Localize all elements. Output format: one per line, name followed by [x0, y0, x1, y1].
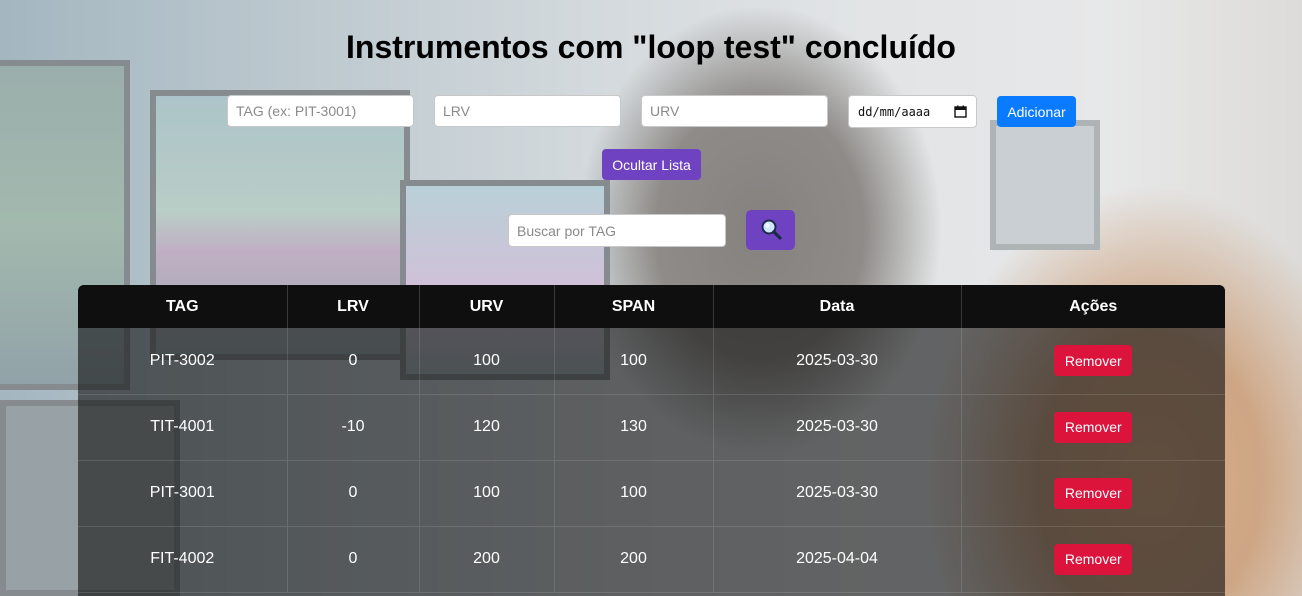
header-tag[interactable]: TAG	[78, 285, 288, 328]
cell-urv: 100	[419, 328, 555, 394]
remove-button[interactable]: Remover	[1054, 543, 1133, 575]
cell-data: 2025-04-04	[713, 526, 962, 592]
header-acoes: Ações	[1069, 297, 1118, 315]
table-header-row: TAG LRV URV SPAN Data Ações	[78, 285, 1225, 328]
cell-actions: Remover	[961, 394, 1225, 460]
cell-span: 130	[554, 394, 714, 460]
search-button[interactable]	[746, 210, 795, 250]
urv-input[interactable]	[641, 95, 828, 127]
cell-urv: 200	[419, 526, 555, 592]
cell-lrv: 0	[287, 460, 420, 526]
cell-actions: Remover	[961, 328, 1225, 394]
cell-lrv: 0	[287, 526, 420, 592]
table-row: PIT-3001 0 100 100 2025-03-30 Remover	[78, 460, 1225, 526]
cell-actions: Remover	[961, 526, 1225, 592]
hide-list-button[interactable]: Ocultar Lista	[602, 149, 701, 180]
table-row: TIT-4001 -10 120 130 2025-03-30 Remover	[78, 394, 1225, 460]
table-row: PIT-3002 0 100 100 2025-03-30 Remover	[78, 328, 1225, 394]
lrv-input[interactable]	[434, 95, 621, 127]
cell-lrv: 0	[287, 328, 420, 394]
cell-data: 2025-03-30	[713, 460, 962, 526]
header-urv[interactable]: URV	[419, 285, 555, 328]
cell-data: 2025-03-30	[713, 394, 962, 460]
date-input[interactable]: dd/mm/aaaa	[848, 95, 977, 128]
header-lrv[interactable]: LRV	[287, 285, 420, 328]
table-row: FIT-4002 0 200 200 2025-04-04 Remover	[78, 526, 1225, 592]
cell-span: 100	[554, 328, 714, 394]
search-icon	[760, 218, 782, 243]
cell-actions: Remover	[961, 460, 1225, 526]
instruments-table: TAG LRV URV SPAN Data Ações PIT-3002 0 1…	[78, 285, 1225, 596]
cell-span: 100	[554, 460, 714, 526]
cell-tag: TIT-4001	[78, 394, 288, 460]
calendar-icon[interactable]	[954, 105, 967, 118]
date-placeholder: dd/mm/aaaa	[858, 104, 931, 119]
page-title: Instrumentos com "loop test" concluído	[346, 29, 956, 65]
add-button[interactable]: Adicionar	[997, 96, 1076, 127]
tag-input[interactable]	[227, 95, 414, 127]
cell-tag: PIT-3002	[78, 328, 288, 394]
cell-urv: 120	[419, 394, 555, 460]
cell-urv: 100	[419, 460, 555, 526]
remove-button[interactable]: Remover	[1054, 345, 1133, 377]
cell-lrv: -10	[287, 394, 420, 460]
search-input[interactable]	[508, 214, 726, 247]
remove-button[interactable]: Remover	[1054, 477, 1133, 509]
cell-span: 200	[554, 526, 714, 592]
cell-tag: PIT-3001	[78, 460, 288, 526]
remove-button[interactable]: Remover	[1054, 411, 1133, 443]
header-data[interactable]: Data	[713, 285, 962, 328]
cell-data: 2025-03-30	[713, 328, 962, 394]
header-span[interactable]: SPAN	[554, 285, 714, 328]
cell-tag: FIT-4002	[78, 526, 288, 592]
